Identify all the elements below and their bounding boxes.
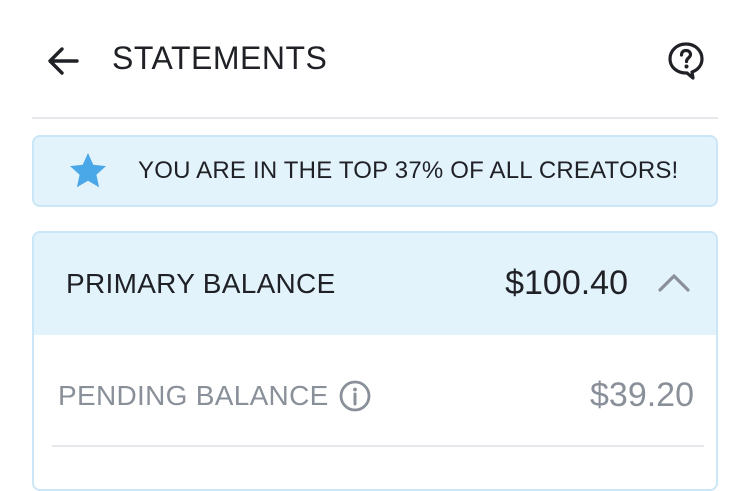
header-divider xyxy=(32,117,718,119)
primary-balance-label: PRIMARY BALANCE xyxy=(66,268,336,299)
creator-rank-text: YOU ARE IN THE TOP 37% OF ALL CREATORS! xyxy=(138,157,679,184)
help-button[interactable] xyxy=(664,38,708,82)
help-icon xyxy=(668,42,704,80)
creator-rank-banner: YOU ARE IN THE TOP 37% OF ALL CREATORS! xyxy=(32,135,718,207)
info-icon[interactable] xyxy=(338,379,372,413)
row-divider xyxy=(52,445,704,447)
app-header: STATEMENTS xyxy=(0,0,750,118)
primary-balance-amount: $100.40 xyxy=(505,264,628,302)
pending-balance-amount: $39.20 xyxy=(590,376,694,414)
pending-balance-row: PENDING BALANCE $39.20 xyxy=(34,335,716,445)
primary-balance-header[interactable]: PRIMARY BALANCE $100.40 xyxy=(34,233,716,335)
balance-card: PRIMARY BALANCE $100.40 PENDING BALANCE … xyxy=(32,231,718,491)
chevron-up-icon[interactable] xyxy=(654,263,694,303)
pending-balance-label: PENDING BALANCE xyxy=(58,380,329,411)
star-icon xyxy=(70,153,106,188)
back-button[interactable] xyxy=(40,38,86,84)
arrow-left-icon xyxy=(48,47,79,75)
page-title: STATEMENTS xyxy=(112,40,328,76)
